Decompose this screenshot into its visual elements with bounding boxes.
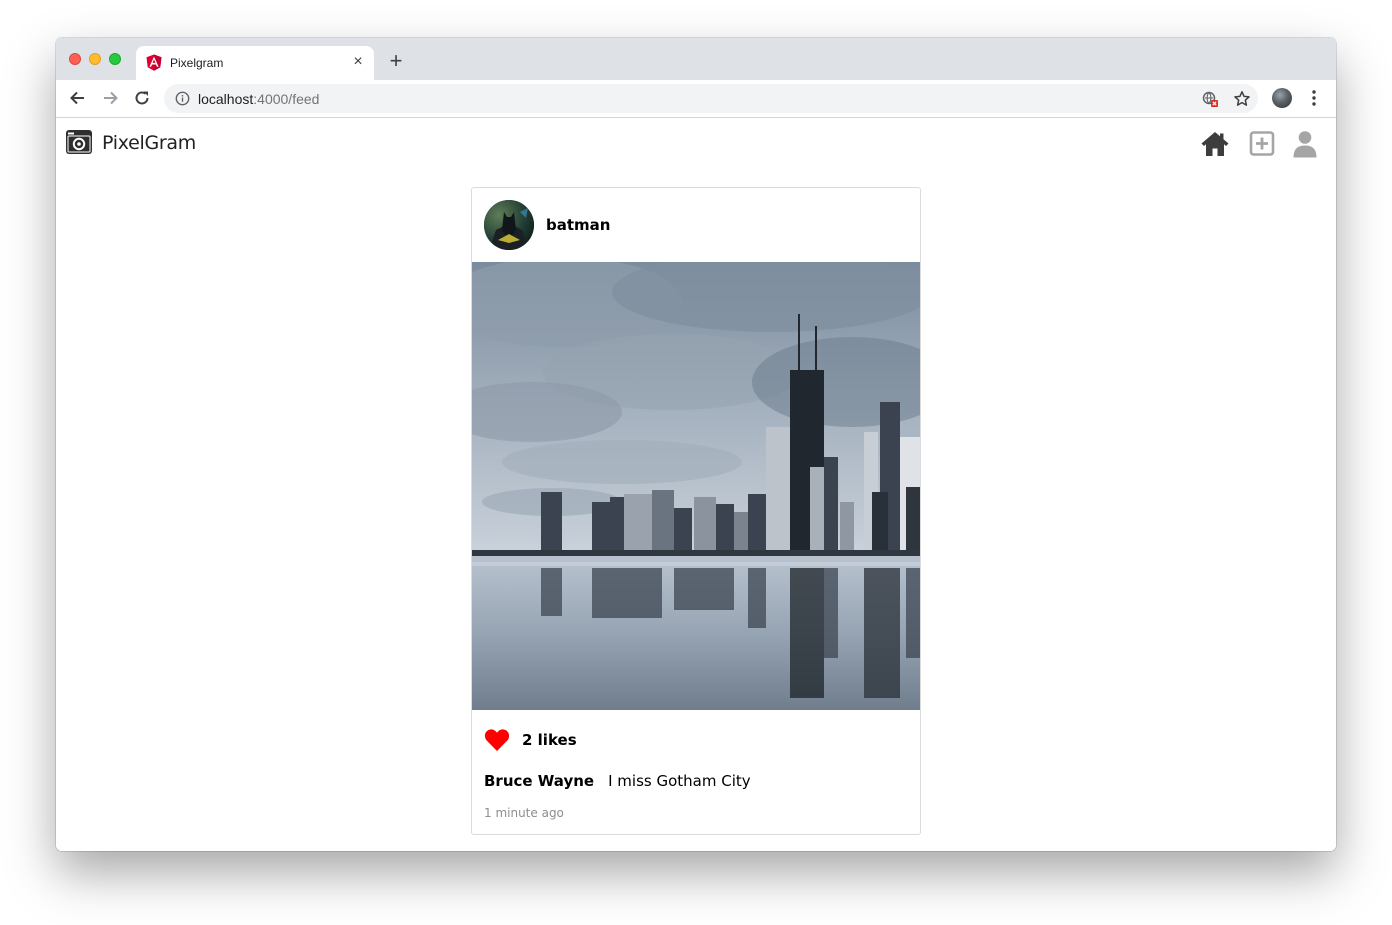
forward-arrow-icon[interactable] — [100, 88, 120, 108]
tab-title: Pixelgram — [170, 56, 224, 70]
close-window-button[interactable] — [69, 53, 81, 65]
like-heart-icon[interactable] — [484, 728, 510, 752]
post-username[interactable]: batman — [546, 216, 610, 234]
post-timestamp: 1 minute ago — [484, 806, 564, 820]
browser-tab[interactable]: Pixelgram × — [136, 46, 374, 80]
user-avatar[interactable] — [484, 200, 534, 250]
angular-favicon-icon — [146, 54, 162, 71]
browser-toolbar: localhost:4000/feed — [56, 80, 1336, 118]
post-card: batman 2 likes Bruce Wayne I miss Gotham… — [471, 187, 921, 835]
browser-profile-avatar[interactable] — [1272, 88, 1292, 108]
likes-count[interactable]: 2 likes — [522, 731, 577, 749]
post-header: batman — [472, 188, 920, 262]
app-header: PixelGram — [56, 118, 1336, 170]
profile-icon[interactable] — [1290, 130, 1320, 158]
tab-strip: Pixelgram × + — [56, 38, 1336, 80]
add-post-icon[interactable] — [1247, 130, 1277, 158]
back-arrow-icon[interactable] — [68, 88, 88, 108]
bookmark-star-icon[interactable] — [1233, 90, 1251, 108]
caption-username[interactable]: Bruce Wayne — [484, 772, 594, 790]
caption-text: I miss Gotham City — [608, 772, 751, 790]
address-bar[interactable]: localhost:4000/feed — [164, 84, 1258, 113]
city-skyline-image — [472, 262, 920, 710]
camera-logo-icon[interactable] — [66, 130, 92, 154]
info-icon[interactable] — [175, 91, 190, 106]
browser-menu-icon[interactable] — [1306, 88, 1322, 108]
home-icon[interactable] — [1200, 130, 1230, 158]
new-tab-button[interactable]: + — [386, 50, 406, 72]
minimize-window-button[interactable] — [89, 53, 101, 65]
close-tab-icon[interactable]: × — [350, 54, 366, 70]
post-caption: Bruce Wayne I miss Gotham City — [484, 772, 751, 790]
post-photo[interactable] — [472, 262, 920, 710]
maximize-window-button[interactable] — [109, 53, 121, 65]
url-text: localhost:4000/feed — [198, 91, 320, 107]
post-actions: 2 likes — [472, 710, 920, 770]
blocked-content-icon[interactable] — [1201, 90, 1219, 108]
batman-avatar-image — [484, 200, 534, 250]
browser-window: Pixelgram × + localhost:4000/feed PixelG… — [56, 38, 1336, 851]
page-content: PixelGram batman 2 likes Bruce Wayne I m… — [56, 118, 1336, 851]
reload-icon[interactable] — [132, 88, 152, 108]
app-brand-title[interactable]: PixelGram — [102, 132, 196, 154]
